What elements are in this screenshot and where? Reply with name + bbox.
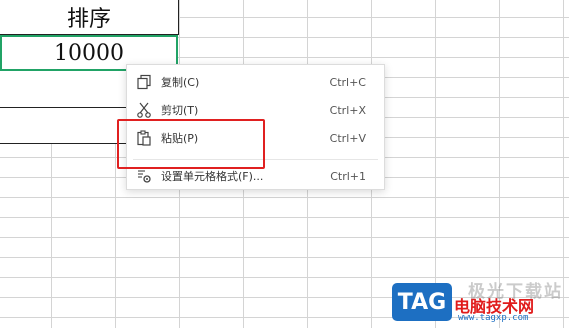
header-cell[interactable]: 排序 [0, 0, 179, 35]
tag-logo-text: TAG [397, 289, 447, 315]
format-cells-icon [136, 168, 152, 184]
copy-icon [136, 74, 152, 90]
paste-highlight-box [117, 119, 265, 169]
menu-item-shortcut: Ctrl+V [329, 131, 366, 145]
menu-item-label: 复制(C) [161, 76, 200, 89]
watermark-url: www.tagxp.com [458, 313, 529, 323]
menu-item-shortcut: Ctrl+X [329, 103, 366, 117]
header-cell-text: 排序 [66, 7, 111, 32]
menu-item-shortcut: Ctrl+1 [330, 169, 366, 183]
menu-item-label: 剪切(T) [161, 104, 199, 117]
menu-item-copy[interactable]: 复制(C) Ctrl+C [127, 68, 384, 96]
menu-item-shortcut: Ctrl+C [329, 75, 366, 89]
cut-icon [136, 102, 152, 118]
menu-item-label: 设置单元格格式(F)... [161, 170, 264, 183]
tag-logo: TAG [392, 283, 452, 321]
watermark: 极光下载站 TAG 电脑技术网 www.tagxp.com [392, 277, 567, 325]
selected-cell-value: 10000 [54, 40, 124, 66]
